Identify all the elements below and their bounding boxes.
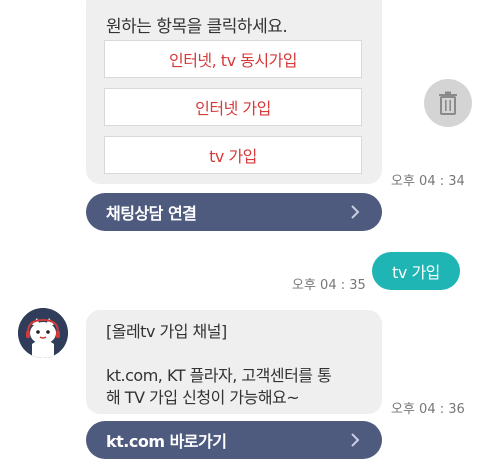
kt-com-shortcut-button[interactable]: kt.com 바로가기 bbox=[86, 421, 382, 459]
user-message-text: tv 가입 bbox=[392, 263, 440, 282]
bot-message-body: 해 TV 가입 신청이 가능해요~ bbox=[106, 388, 300, 407]
trash-icon bbox=[439, 91, 457, 115]
action-label: 채팅상담 연결 bbox=[106, 204, 197, 223]
message-timestamp: 오후 04 : 35 bbox=[292, 278, 366, 293]
chevron-right-icon bbox=[351, 433, 360, 447]
option-label: 인터넷 가입 bbox=[195, 99, 271, 118]
option-label: tv 가입 bbox=[209, 147, 257, 166]
chat-counsel-connect-button[interactable]: 채팅상담 연결 bbox=[86, 193, 382, 231]
option-internet-button[interactable]: 인터넷 가입 bbox=[104, 88, 362, 126]
option-label: 인터넷, tv 동시가입 bbox=[168, 51, 298, 70]
message-timestamp: 오후 04 : 34 bbox=[391, 174, 465, 189]
user-message-bubble: tv 가입 bbox=[372, 252, 460, 290]
chevron-right-icon bbox=[351, 205, 360, 219]
option-tv-button[interactable]: tv 가입 bbox=[104, 136, 362, 174]
bot-prompt-text: 원하는 항목을 클릭하세요. bbox=[106, 17, 288, 37]
bot-message-body: kt.com, KT 플라자, 고객센터를 통 bbox=[106, 366, 332, 385]
delete-button[interactable] bbox=[424, 79, 472, 127]
bot-message-title: [올레tv 가입 채널] bbox=[106, 322, 227, 341]
bot-avatar bbox=[18, 308, 68, 358]
message-timestamp: 오후 04 : 36 bbox=[391, 402, 465, 417]
option-internet-tv-button[interactable]: 인터넷, tv 동시가입 bbox=[104, 40, 362, 78]
action-label: kt.com 바로가기 bbox=[106, 432, 227, 451]
